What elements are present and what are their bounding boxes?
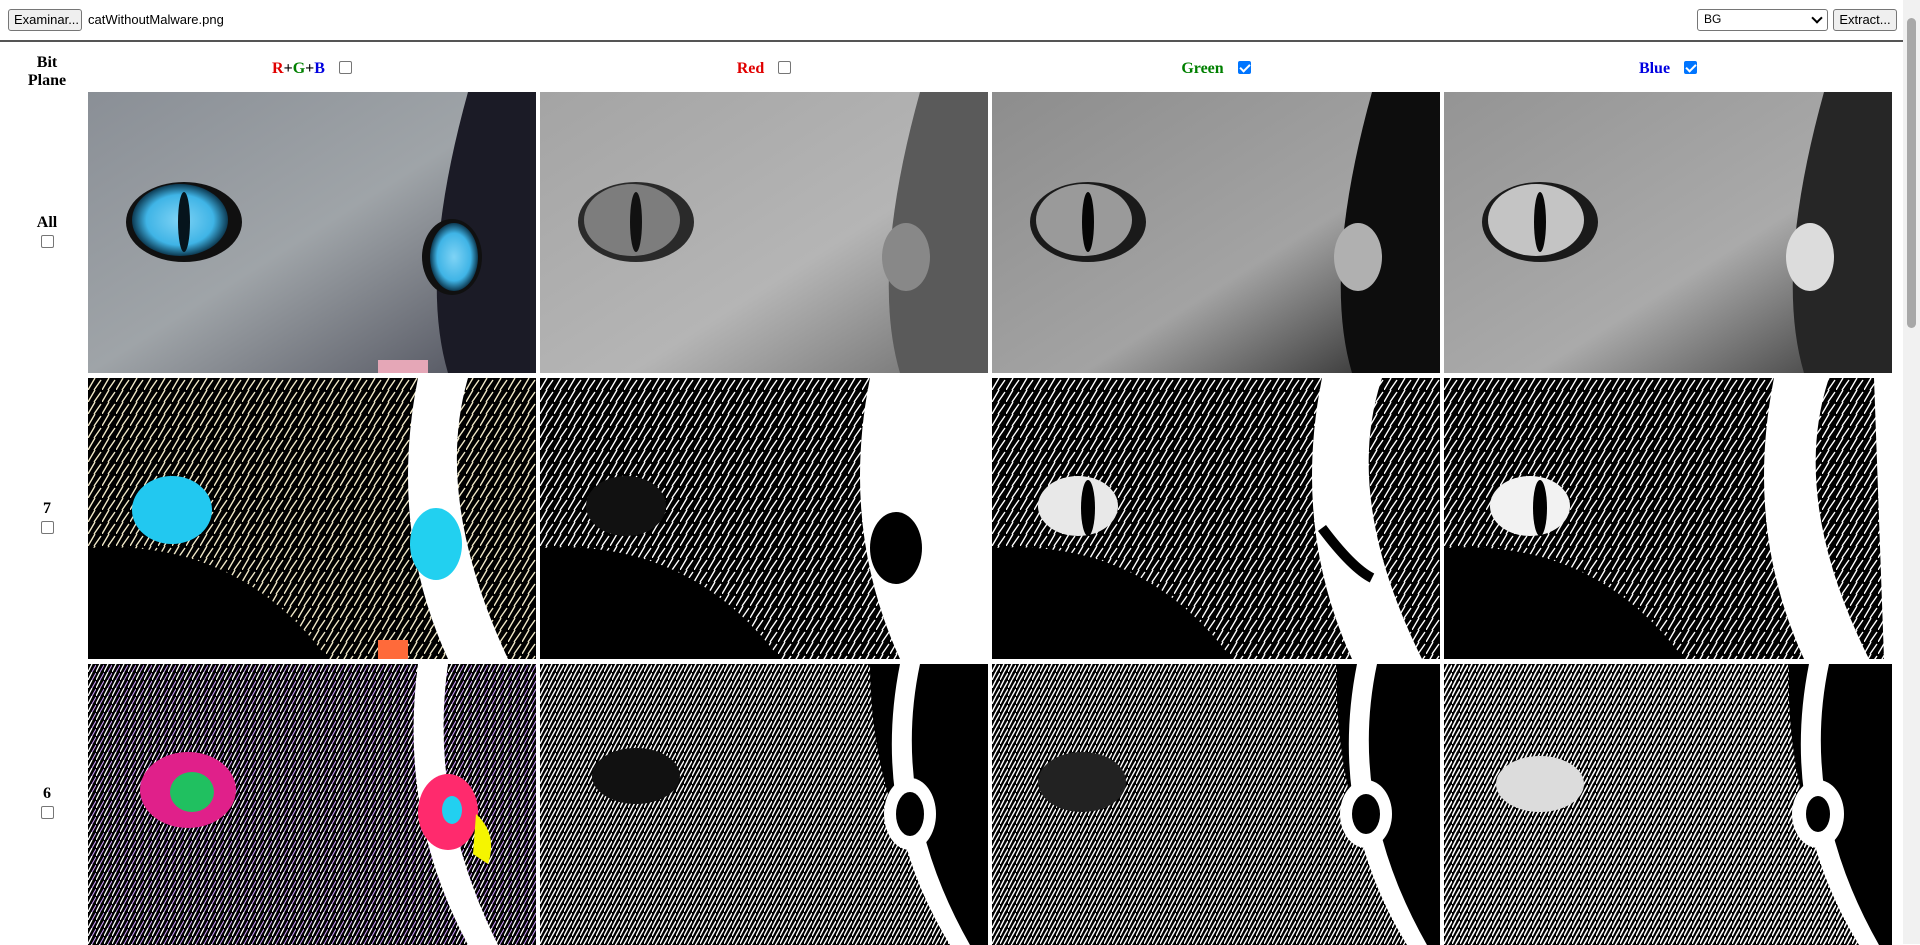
image-all-green: [992, 92, 1440, 373]
rgb-checkbox[interactable]: [338, 61, 352, 75]
rgb-label-b: B: [314, 60, 325, 77]
vertical-scrollbar[interactable]: [1903, 0, 1920, 944]
image-plane6-rgb: [88, 664, 536, 945]
row-all-label: All: [36, 214, 58, 231]
rgb-label-plus: +: [283, 60, 293, 77]
mode-select[interactable]: BG: [1697, 9, 1828, 31]
scrollbar-thumb[interactable]: [1907, 18, 1916, 328]
rgb-label-r: R: [272, 60, 284, 77]
chevron-down-icon: [1811, 12, 1823, 24]
row-7-label: 7: [43, 500, 51, 517]
image-plane7-green: [992, 378, 1440, 659]
image-plane6-green: [992, 664, 1440, 945]
image-all-blue: [1444, 92, 1892, 373]
row-7-checkbox[interactable]: [40, 521, 54, 534]
image-plane6-red: [540, 664, 988, 945]
column-header-rgb: R+G+B: [88, 60, 536, 78]
bit-plane-header-line1: Bit: [36, 54, 58, 71]
mode-select-value: BG: [1704, 12, 1722, 26]
row-label-7: 7: [4, 500, 90, 534]
toolbar: Examinar... catWithoutMalware.png BG Ext…: [0, 0, 1903, 42]
image-plane7-rgb: [88, 378, 536, 659]
image-plane6-blue: [1444, 664, 1892, 945]
blue-label: Blue: [1638, 60, 1671, 77]
bit-plane-header-line2: Plane: [27, 72, 67, 89]
extract-button[interactable]: Extract...: [1833, 9, 1897, 31]
row-all-checkbox[interactable]: [40, 235, 54, 248]
blue-checkbox[interactable]: [1684, 61, 1698, 75]
red-checkbox[interactable]: [778, 61, 792, 75]
browse-file-button[interactable]: Examinar...: [8, 9, 82, 31]
image-all-red: [540, 92, 988, 373]
rgb-label-g: G: [292, 60, 306, 77]
green-label: Green: [1181, 60, 1224, 77]
image-plane7-blue: [1444, 378, 1892, 659]
selected-file-name: catWithoutMalware.png: [88, 12, 224, 27]
image-all-rgb: [88, 92, 536, 373]
rgb-label-plus: +: [305, 60, 315, 77]
row-label-all: All: [4, 214, 90, 248]
image-plane7-red: [540, 378, 988, 659]
column-header-red: Red: [540, 60, 988, 78]
row-6-label: 6: [43, 785, 51, 802]
row-6-checkbox[interactable]: [40, 806, 54, 819]
bit-plane-header: Bit Plane: [4, 54, 90, 90]
red-label: Red: [736, 60, 765, 77]
row-label-6: 6: [4, 785, 90, 819]
column-header-green: Green: [992, 60, 1440, 78]
green-checkbox[interactable]: [1237, 61, 1251, 75]
column-header-blue: Blue: [1444, 60, 1892, 78]
